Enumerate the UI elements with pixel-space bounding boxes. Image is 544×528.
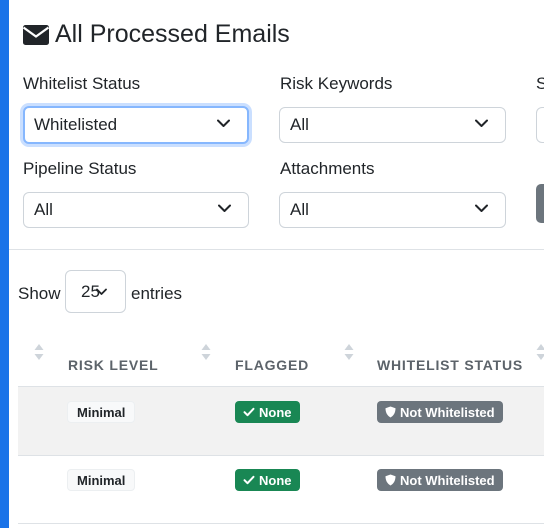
attachments-select[interactable]: All [279,192,506,228]
flagged-text: None [259,404,292,420]
risk-keywords-select[interactable]: All [279,107,506,143]
shield-icon [385,474,396,486]
whitelist-status-select[interactable]: Whitelisted [23,106,249,144]
sort-icon[interactable] [201,343,211,361]
pipeline-status-label: Pipeline Status [23,159,137,178]
flagged-text: None [259,472,292,488]
table-row[interactable]: Minimal None Not Whitelisted [18,386,544,456]
pipeline-status-value: All [34,200,53,219]
pipeline-status-select[interactable]: All [23,192,249,228]
show-label: Show [18,284,61,303]
whitelist-status-badge: Not Whitelisted [377,469,503,491]
column-header-whitelist-status[interactable]: WHITELIST STATUS [377,357,523,373]
left-accent-bar [0,0,9,528]
chevron-down-icon [475,204,488,212]
envelope-icon [23,24,49,45]
check-icon [243,407,255,417]
partial-filter-label: S [536,74,544,93]
risk-level-badge: Minimal [67,469,136,491]
page-title: All Processed Emails [55,20,290,48]
column-header-risk-level[interactable]: RISK LEVEL [68,357,158,373]
whitelist-status-text: Not Whitelisted [400,404,495,420]
table-row[interactable]: Minimal None Not Whitelisted [18,455,544,524]
shield-icon [385,406,396,418]
sort-icon[interactable] [34,343,44,361]
chevron-down-icon [217,119,230,127]
risk-keywords-label: Risk Keywords [280,74,393,93]
chevron-down-icon [96,288,107,295]
flagged-badge: None [235,401,300,423]
chevron-down-icon [218,204,231,212]
table-header: RISK LEVEL FLAGGED WHITELIST STATUS [18,335,544,386]
column-header-flagged[interactable]: FLAGGED [235,357,309,373]
entries-length-select[interactable]: 25 [65,270,126,313]
check-icon [243,475,255,485]
whitelist-status-text: Not Whitelisted [400,472,495,488]
filter-divider [9,249,544,250]
page-header: All Processed Emails [23,20,290,49]
whitelist-status-value: Whitelisted [34,115,118,134]
attachments-label: Attachments [280,159,375,178]
entries-label: entries [131,284,183,303]
sort-icon[interactable] [536,343,544,361]
risk-level-badge: Minimal [67,401,136,423]
risk-level-text: Minimal [77,472,126,488]
flagged-badge: None [235,469,300,491]
whitelist-status-label: Whitelist Status [23,74,141,93]
partial-action-button[interactable] [536,184,544,223]
partial-filter-select[interactable] [536,107,544,143]
sort-icon[interactable] [344,343,354,361]
risk-keywords-value: All [290,115,309,134]
risk-level-text: Minimal [77,404,126,420]
chevron-down-icon [475,119,488,127]
whitelist-status-badge: Not Whitelisted [377,401,503,423]
attachments-value: All [290,200,309,219]
